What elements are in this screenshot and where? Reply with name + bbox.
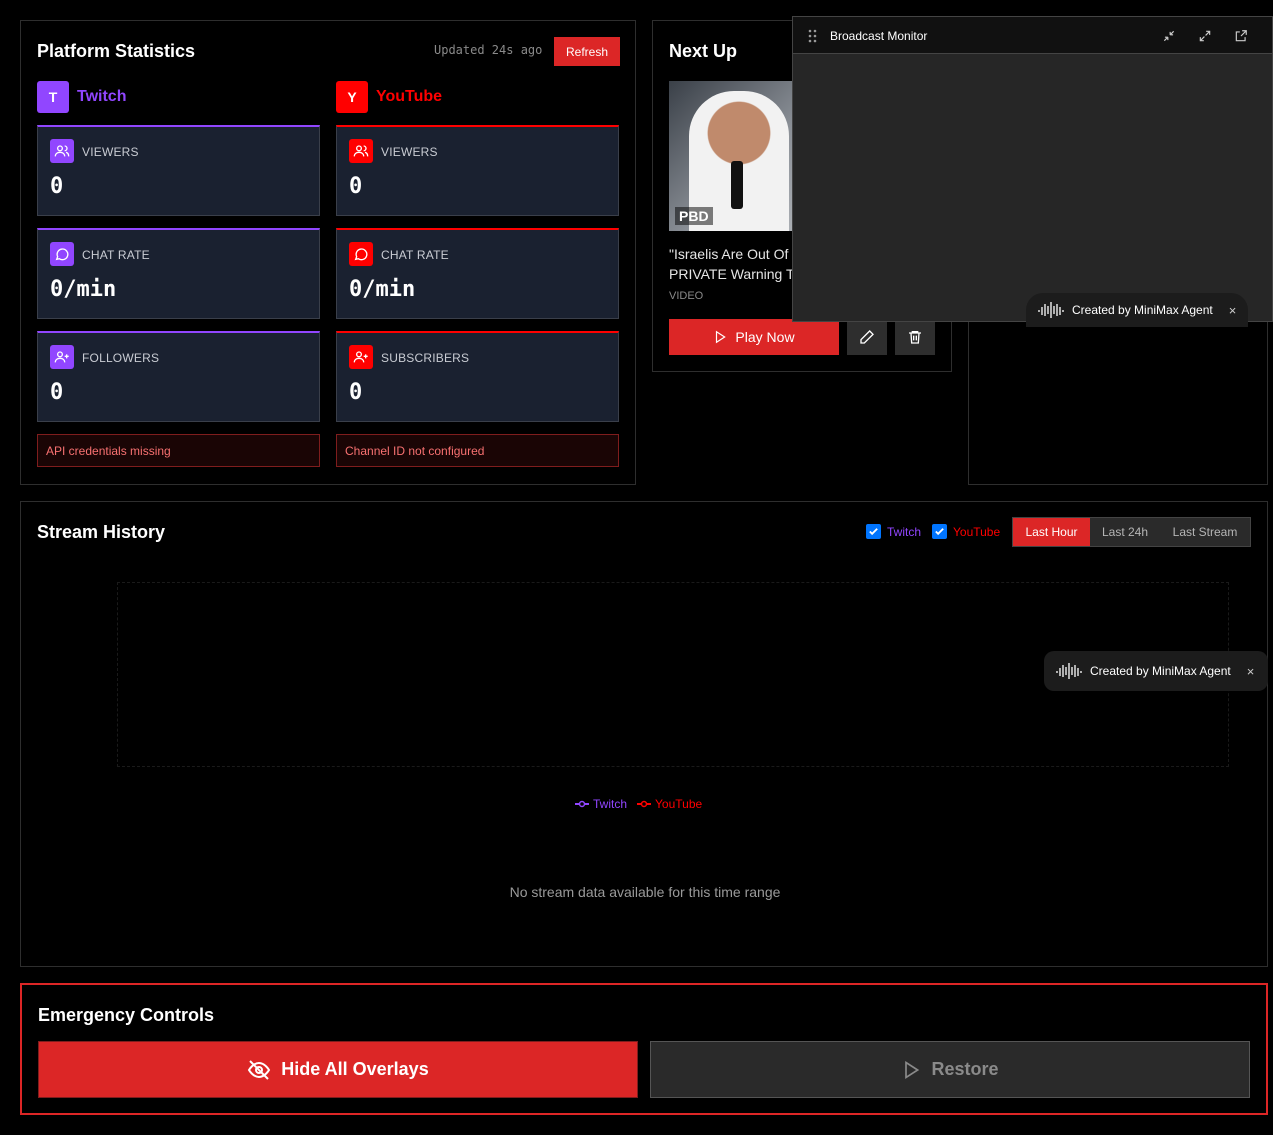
trash-icon	[909, 331, 921, 344]
twitch-followers-card: FOLLOWERS 0	[37, 331, 320, 422]
user-plus-icon	[50, 345, 74, 369]
legend-youtube[interactable]: YouTube	[637, 797, 702, 811]
twitch-filter-checkbox[interactable]: Twitch	[866, 524, 921, 539]
stat-label: CHAT RATE	[381, 248, 449, 262]
stat-value: 0	[50, 380, 64, 405]
minimax-badge-monitor: Created by MiniMax Agent ×	[1026, 293, 1249, 327]
twitch-name: Twitch	[77, 88, 127, 105]
edit-button[interactable]	[847, 319, 887, 355]
legend-youtube-label: YouTube	[655, 797, 703, 811]
chat-icon	[50, 242, 74, 266]
users-icon	[50, 139, 74, 163]
youtube-chat-rate-card: CHAT RATE 0/min	[336, 228, 619, 319]
range-last-hour[interactable]: Last Hour	[1013, 518, 1090, 546]
restore-label: Restore	[931, 1059, 999, 1079]
close-icon[interactable]: ×	[1229, 303, 1237, 318]
next-up-item-type: VIDEO	[669, 290, 704, 302]
legend-line-icon	[637, 800, 652, 808]
play-now-label: Play Now	[735, 329, 795, 345]
emergency-controls-title: Emergency Controls	[38, 1005, 215, 1025]
stat-label: SUBSCRIBERS	[381, 351, 470, 365]
twitch-badge: T	[37, 81, 69, 113]
checkbox-checked-icon[interactable]	[932, 524, 947, 539]
twitch-viewers-card: VIEWERS 0	[37, 125, 320, 216]
stat-value: 0/min	[50, 277, 117, 302]
delete-button[interactable]	[895, 319, 935, 355]
hide-all-overlays-button[interactable]: Hide All Overlays	[38, 1041, 638, 1098]
chart-legend: Twitch YouTube	[575, 797, 702, 811]
twitch-header: T Twitch	[37, 81, 126, 113]
user-plus-icon	[349, 345, 373, 369]
stream-history-title: Stream History	[37, 522, 166, 542]
stream-history-panel: Stream History Twitch YouTube Last Hour …	[20, 501, 1268, 967]
minimize-icon[interactable]	[1160, 27, 1178, 45]
updated-timestamp: Updated 24s ago	[434, 43, 543, 57]
legend-line-icon	[575, 800, 589, 808]
twitch-error-message: API credentials missing	[37, 434, 320, 467]
waveform-icon	[1038, 302, 1064, 318]
youtube-header: Y YouTube	[336, 81, 442, 113]
play-icon	[905, 1060, 920, 1079]
stat-value: 0	[349, 380, 363, 405]
pencil-icon	[860, 330, 874, 344]
close-icon[interactable]: ×	[1247, 664, 1255, 679]
drag-handle-icon[interactable]	[807, 29, 819, 43]
play-now-button[interactable]: Play Now	[669, 319, 839, 355]
play-icon	[716, 330, 727, 344]
time-range-selector: Last Hour Last 24h Last Stream	[1012, 517, 1251, 547]
platform-statistics-title: Platform Statistics	[37, 41, 196, 61]
stat-label: VIEWERS	[82, 145, 139, 159]
stat-value: 0	[349, 174, 363, 199]
minimax-label: Created by MiniMax Agent	[1090, 664, 1231, 678]
broadcast-monitor-window[interactable]: Broadcast Monitor Created by MiniMax Age…	[792, 16, 1273, 327]
legend-twitch-label: Twitch	[593, 797, 628, 811]
emergency-controls-panel: Emergency Controls Hide All Overlays Res…	[20, 983, 1268, 1115]
waveform-icon	[1056, 663, 1082, 679]
maximize-icon[interactable]	[1196, 27, 1214, 45]
users-icon	[349, 139, 373, 163]
youtube-name: YouTube	[376, 88, 443, 105]
no-data-message: No stream data available for this time r…	[509, 884, 781, 900]
range-last-24h[interactable]: Last 24h	[1090, 518, 1160, 546]
twitch-chat-rate-card: CHAT RATE 0/min	[37, 228, 320, 319]
legend-twitch[interactable]: Twitch	[575, 797, 627, 811]
platform-statistics-panel: Platform Statistics Updated 24s ago Refr…	[20, 20, 636, 485]
restore-button[interactable]: Restore	[650, 1041, 1250, 1098]
youtube-viewers-card: VIEWERS 0	[336, 125, 619, 216]
twitch-filter-label: Twitch	[887, 524, 922, 539]
chat-icon	[349, 242, 373, 266]
eye-off-icon	[248, 1059, 271, 1080]
microphone-icon	[731, 161, 743, 209]
youtube-badge: Y	[336, 81, 368, 113]
pbd-logo: PBD	[675, 207, 713, 225]
range-last-stream[interactable]: Last Stream	[1160, 518, 1250, 546]
stat-value: 0/min	[349, 277, 416, 302]
youtube-filter-checkbox[interactable]: YouTube	[932, 524, 1000, 539]
next-up-title: Next Up	[669, 41, 738, 61]
broadcast-monitor-header[interactable]: Broadcast Monitor	[793, 17, 1272, 54]
broadcast-monitor-title: Broadcast Monitor	[830, 29, 928, 43]
checkbox-checked-icon[interactable]	[866, 524, 881, 539]
youtube-error-message: Channel ID not configured	[336, 434, 619, 467]
stat-label: VIEWERS	[381, 145, 438, 159]
stat-label: FOLLOWERS	[82, 351, 160, 365]
youtube-subscribers-card: SUBSCRIBERS 0	[336, 331, 619, 422]
minimax-label: Created by MiniMax Agent	[1072, 303, 1213, 317]
stat-value: 0	[50, 174, 64, 199]
youtube-filter-label: YouTube	[953, 524, 1001, 539]
hide-all-overlays-label: Hide All Overlays	[281, 1059, 429, 1079]
minimax-badge: Created by MiniMax Agent ×	[1044, 651, 1268, 691]
refresh-button[interactable]: Refresh	[554, 37, 620, 66]
popout-icon[interactable]	[1232, 27, 1250, 45]
stat-label: CHAT RATE	[82, 248, 150, 262]
